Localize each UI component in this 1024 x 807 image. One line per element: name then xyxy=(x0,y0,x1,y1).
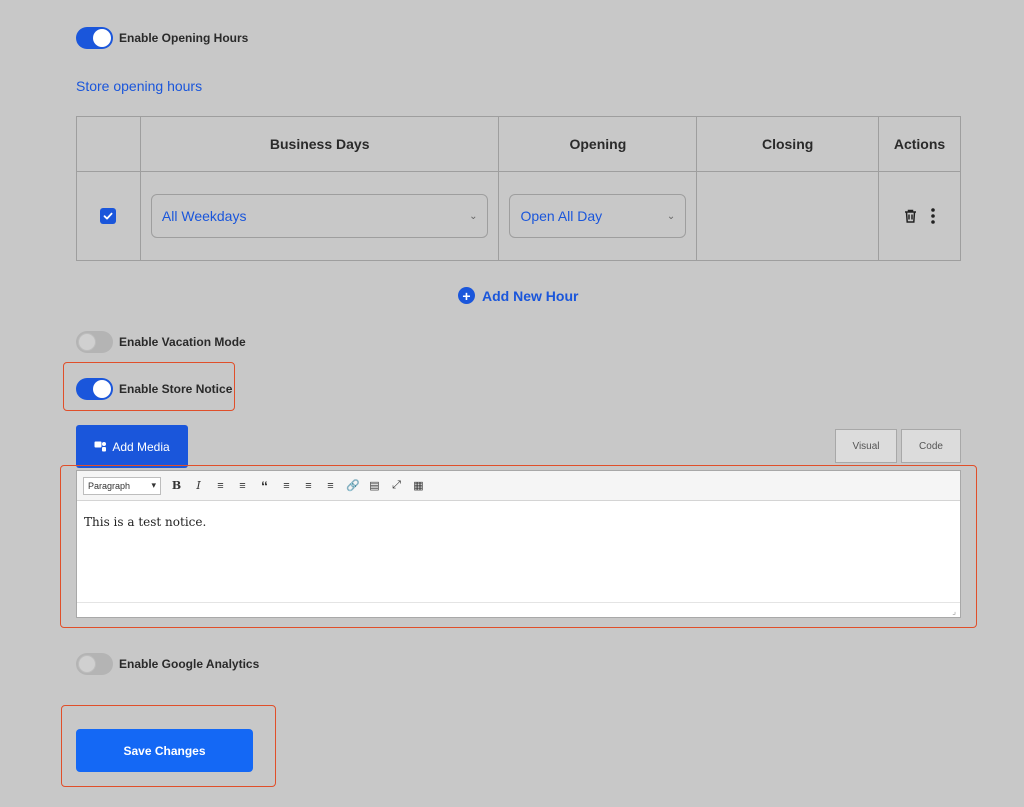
business-days-select[interactable]: All Weekdays ⌄ xyxy=(150,194,489,238)
tab-visual[interactable]: Visual xyxy=(835,429,897,463)
column-header-actions: Actions xyxy=(878,116,961,172)
store-notice-label: Enable Store Notice xyxy=(119,382,233,396)
add-media-label: Add Media xyxy=(112,439,170,454)
dropdown-arrow-icon: ▾ xyxy=(151,480,156,490)
check-icon xyxy=(104,212,113,220)
tab-code[interactable]: Code xyxy=(901,429,961,463)
italic-icon[interactable]: I xyxy=(192,479,205,492)
toolbar-toggle-icon[interactable]: ▦ xyxy=(412,479,425,492)
google-analytics-setting: Enable Google Analytics xyxy=(76,653,259,675)
editor-statusbar: ⌟ xyxy=(77,602,960,617)
add-media-button[interactable]: Add Media xyxy=(76,425,188,468)
chevron-down-icon: ⌄ xyxy=(666,210,676,222)
media-icon xyxy=(94,441,107,452)
opening-select[interactable]: Open All Day ⌄ xyxy=(509,194,687,238)
blockquote-icon[interactable]: “ xyxy=(258,478,271,494)
closing-cell xyxy=(696,171,880,261)
opening-hours-toggle[interactable] xyxy=(76,27,113,49)
add-new-hour-label: Add New Hour xyxy=(482,287,579,304)
save-changes-button[interactable]: Save Changes xyxy=(76,729,253,772)
store-hours-table: Business Days Opening Closing Actions Al… xyxy=(76,116,961,261)
trash-icon[interactable] xyxy=(904,209,917,223)
table-header-row: Business Days Opening Closing Actions xyxy=(76,116,961,172)
add-new-hour-button[interactable]: + Add New Hour xyxy=(458,287,578,304)
align-right-icon[interactable]: ≡ xyxy=(324,480,337,492)
resize-handle-icon[interactable]: ⌟ xyxy=(952,607,956,616)
plus-circle-icon: + xyxy=(458,287,475,304)
editor-toolbar: Paragraph ▾ B I ≡ ≡ “ ≡ ≡ ≡ 🔗 ▤ ⤢ ▦ xyxy=(77,471,960,501)
store-notice-toggle[interactable] xyxy=(76,378,113,400)
more-options-icon[interactable] xyxy=(931,208,935,224)
store-hours-title: Store opening hours xyxy=(76,78,203,94)
chevron-down-icon: ⌄ xyxy=(469,210,478,222)
align-center-icon[interactable]: ≡ xyxy=(302,480,315,492)
opening-hours-label: Enable Opening Hours xyxy=(119,31,249,45)
format-select-value: Paragraph xyxy=(88,480,131,491)
bullet-list-icon[interactable]: ≡ xyxy=(214,480,227,492)
bold-icon[interactable]: B xyxy=(170,479,183,492)
column-header-opening: Opening xyxy=(498,116,698,172)
align-left-icon[interactable]: ≡ xyxy=(280,480,293,492)
read-more-icon[interactable]: ▤ xyxy=(368,479,381,492)
column-header-business-days: Business Days xyxy=(139,116,500,172)
format-select[interactable]: Paragraph ▾ xyxy=(83,476,161,495)
store-notice-setting: Enable Store Notice xyxy=(76,378,232,400)
google-analytics-label: Enable Google Analytics xyxy=(119,657,260,671)
link-icon[interactable]: 🔗 xyxy=(346,479,360,492)
opening-hours-setting: Enable Opening Hours xyxy=(76,27,248,49)
vacation-mode-label: Enable Vacation Mode xyxy=(119,335,246,349)
table-row: All Weekdays ⌄ Open All Day ⌄ xyxy=(76,171,961,261)
vacation-mode-setting: Enable Vacation Mode xyxy=(76,331,246,353)
numbered-list-icon[interactable]: ≡ xyxy=(236,480,249,492)
google-analytics-toggle[interactable] xyxy=(76,653,113,675)
row-actions xyxy=(879,208,960,224)
row-checkbox[interactable] xyxy=(100,208,117,224)
column-header-select xyxy=(76,116,141,172)
business-days-value: All Weekdays xyxy=(161,208,247,224)
editor-content[interactable]: This is a test notice. xyxy=(77,501,960,543)
vacation-mode-toggle[interactable] xyxy=(76,331,113,353)
column-header-closing: Closing xyxy=(696,116,880,172)
opening-value: Open All Day xyxy=(520,208,603,224)
notice-editor: Paragraph ▾ B I ≡ ≡ “ ≡ ≡ ≡ 🔗 ▤ ⤢ ▦ This… xyxy=(76,470,961,618)
fullscreen-icon[interactable]: ⤢ xyxy=(390,479,403,492)
